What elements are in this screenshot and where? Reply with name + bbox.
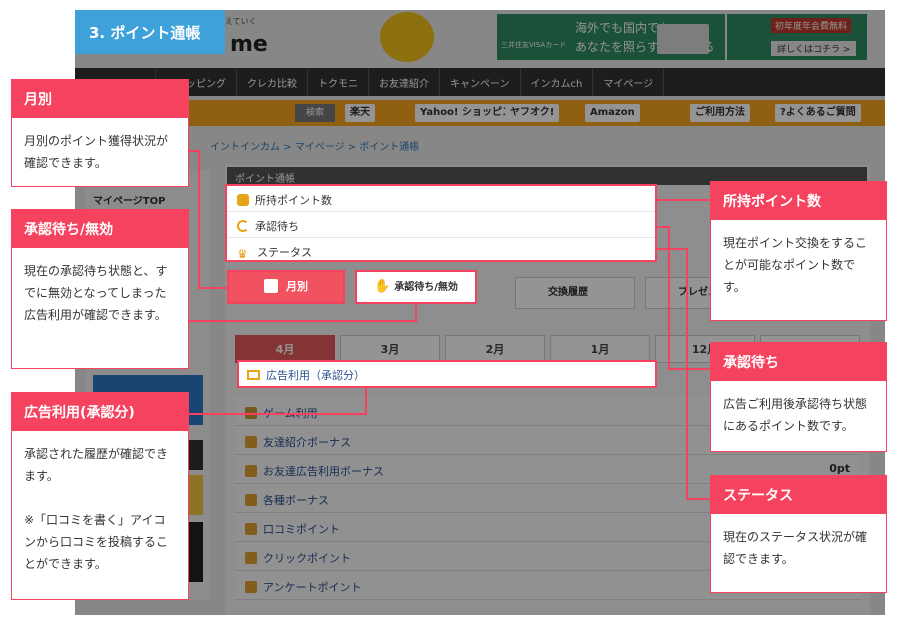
tab-pending-invalid[interactable]: ✋ 承認待ち/無効 (355, 270, 477, 304)
shop-rakuten[interactable]: 楽天 (345, 104, 375, 122)
nav-incomech[interactable]: インカムch (521, 68, 594, 96)
bonus-icon (245, 465, 257, 477)
banner-card-name: 三井住友VISAカード (501, 41, 567, 49)
crown-icon: ♛ (237, 247, 248, 261)
row-label: クリックポイント (263, 552, 351, 565)
status-row[interactable]: ♛ ステータス (227, 238, 655, 264)
callout-status: ステータス 現在のステータス状況が確認できます。 (711, 476, 886, 592)
logo-tagline: えていく (225, 17, 257, 26)
row-label: お友達広告利用ボーナス (263, 465, 384, 478)
pencil-icon (245, 581, 257, 593)
tab-label: 月別 (286, 280, 308, 293)
callout-monthly: 月別 月別のポイント獲得状況が確認できます。 (12, 80, 188, 186)
nav-mypage[interactable]: マイページ (593, 68, 665, 96)
month-tab[interactable]: 3月 (340, 335, 440, 363)
search-bar: 検索 楽天 Yahoo! ショッピング ヤフオク! Amazon ご利用方法 ?… (75, 100, 885, 126)
callout-pending-points: 承認待ち 広告ご利用後承認待ち状態にあるポイント数です。 (711, 343, 886, 451)
connector-line (657, 199, 711, 201)
friend-icon (245, 436, 257, 448)
callout-title: 月別 (12, 80, 188, 118)
faq-link[interactable]: ?よくあるご質問 (775, 104, 861, 122)
callout-owned-points: 所持ポイント数 現在ポイント交換をすることが可能なポイント数です。 (711, 182, 886, 320)
callout-pending-invalid: 承認待ち/無効 現在の承認待ち状態と、すでに無効となってしまった広告利用が確認で… (12, 210, 188, 368)
nav-campaign[interactable]: キャンペーン (440, 68, 521, 96)
callout-title: 広告利用(承認分) (12, 393, 188, 431)
connector-line (686, 498, 711, 500)
visa-banner[interactable]: 三井住友VISAカード 海外でも国内でも、 あなたを照らす1枚がある (497, 14, 725, 60)
mascot-image (380, 12, 434, 62)
review-icon (245, 523, 257, 535)
callout-body: 現在ポイント交換をすることが可能なポイント数です。 (723, 236, 868, 294)
tab-label: 承認待ち/無効 (394, 282, 458, 293)
callout-note: ※「口コミを書く」アイコンから口コミを投稿することができます。 (24, 513, 169, 571)
row-label: アンケートポイント (263, 581, 362, 594)
row-label: 口コミポイント (263, 523, 340, 536)
promo-badge: 初年度年会費無料 (771, 18, 852, 33)
hand-icon: ✋ (374, 279, 391, 294)
calendar-icon (264, 279, 278, 293)
row-label: 承認待ち (255, 220, 299, 233)
shop-amazon[interactable]: Amazon (585, 104, 640, 122)
callout-body: 現在のステータス状況が確認できます。 (723, 530, 868, 566)
pending-points-row[interactable]: 承認待ち (227, 212, 655, 238)
connector-line (188, 413, 366, 415)
loading-icon (237, 220, 249, 232)
help-link[interactable]: ご利用方法 (690, 104, 750, 122)
row-label: 所持ポイント数 (255, 194, 332, 207)
connector-line (365, 388, 367, 415)
tab-label: 交換履歴 (548, 287, 588, 298)
connector-line (415, 303, 417, 322)
nav-friend[interactable]: お友達紹介 (369, 68, 440, 96)
points-summary-box: 所持ポイント数 承認待ち ♛ ステータス (225, 184, 657, 262)
row-label: 広告利用（承認分） (266, 369, 365, 382)
promo-button[interactable]: 詳しくはコチラ > (771, 41, 857, 56)
breadcrumb[interactable]: イントインカム > マイページ > ポイント通帳 (210, 138, 419, 153)
connector-line (188, 320, 416, 322)
month-tab[interactable]: 2月 (445, 335, 545, 363)
step-title: 3. ポイント通帳 (75, 10, 225, 54)
bonus-icon (245, 494, 257, 506)
month-tab[interactable]: 1月 (550, 335, 650, 363)
callout-ad-usage: 広告利用(承認分) 承認された履歴が確認できます。 ※「口コミを書く」アイコンか… (12, 393, 188, 599)
month-tab[interactable]: 4月 (235, 335, 335, 363)
promo-banner[interactable]: 初年度年会費無料 詳しくはコチラ > (727, 14, 867, 60)
row-label: ステータス (257, 246, 312, 259)
callout-title: ステータス (711, 476, 886, 514)
callout-body: 承認された履歴が確認できます。 ※「口コミを書く」アイコンから口コミを投稿するこ… (12, 431, 188, 587)
row-label: 友達紹介ボーナス (263, 436, 351, 449)
connector-line (668, 368, 711, 370)
callout-body: 現在の承認待ち状態と、すでに無効となってしまった広告利用が確認できます。 (24, 264, 168, 322)
ad-usage-row[interactable]: 広告利用（承認分） (237, 360, 657, 388)
callout-body: 広告ご利用後承認待ち状態にあるポイント数です。 (723, 397, 868, 433)
nav-tokumoni[interactable]: トクモニ (308, 68, 369, 96)
callout-title: 承認待ち (711, 343, 886, 381)
callout-text: 承認された履歴が確認できます。 (24, 447, 169, 483)
coin-stack-icon (237, 194, 249, 206)
tab-exchange-history[interactable]: 交換履歴 (515, 277, 635, 309)
search-button[interactable]: 検索 (295, 104, 335, 122)
nav-credit[interactable]: クレカ比較 (237, 68, 308, 96)
logo[interactable]: me (230, 32, 268, 57)
shop-yahuoku[interactable]: ヤフオク! (505, 104, 560, 122)
connector-line (686, 248, 688, 500)
global-nav: ス ショッピング クレカ比較 トクモニ お友達紹介 キャンペーン インカムch … (75, 68, 885, 96)
row-points: 0pt (829, 462, 850, 475)
connector-line (657, 248, 687, 250)
card-image (657, 24, 709, 54)
click-icon (245, 552, 257, 564)
row-label: 各種ボーナス (263, 494, 329, 507)
connector-line (198, 287, 228, 289)
callout-title: 承認待ち/無効 (12, 210, 188, 248)
callout-title: 所持ポイント数 (711, 182, 886, 220)
callout-body: 月別のポイント獲得状況が確認できます。 (24, 134, 169, 170)
connector-line (198, 150, 200, 288)
monitor-icon (247, 370, 260, 380)
owned-points-row[interactable]: 所持ポイント数 (227, 186, 655, 212)
mypage-top-link[interactable]: マイページTOP (93, 192, 165, 207)
tab-monthly[interactable]: 月別 (227, 270, 345, 304)
